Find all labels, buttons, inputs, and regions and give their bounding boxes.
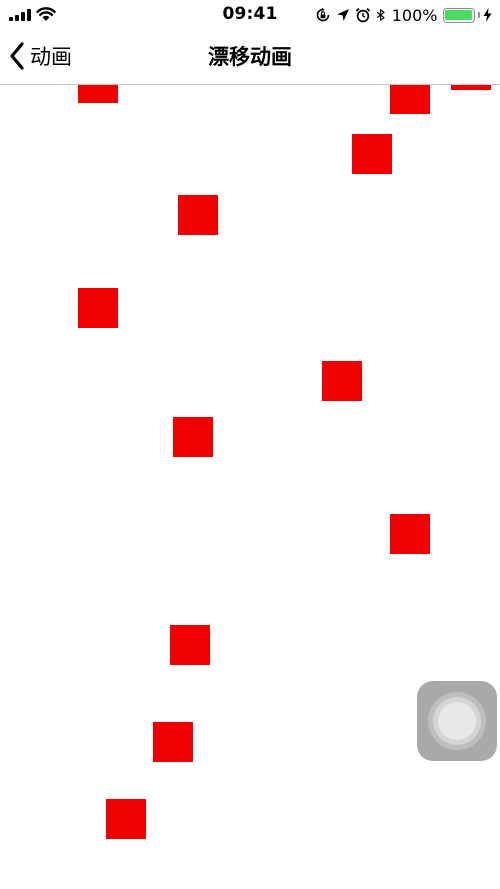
drift-square (451, 85, 491, 90)
drift-square (106, 799, 146, 839)
drift-square (173, 417, 213, 457)
navigation-bar: 动画 漂移动画 (0, 30, 500, 85)
drift-square (322, 361, 362, 401)
drift-square (178, 195, 218, 235)
drift-square (390, 85, 430, 114)
assistive-touch-button[interactable] (417, 681, 497, 761)
rotation-lock-icon (316, 7, 330, 22)
drift-square (170, 625, 210, 665)
drift-square (352, 134, 392, 174)
assistive-touch-icon (428, 692, 486, 750)
battery-cap (477, 12, 480, 18)
battery-percent: 100% (391, 5, 438, 25)
drift-square (153, 722, 193, 762)
drift-square (78, 288, 118, 328)
page-title: 漂移动画 (208, 45, 292, 69)
battery-icon (442, 7, 475, 23)
bluetooth-icon (376, 9, 385, 21)
location-icon (336, 9, 349, 21)
alarm-icon (355, 7, 370, 23)
status-right-group: 100% (315, 5, 492, 25)
battery-level-fill (445, 10, 472, 20)
animation-area (0, 85, 500, 889)
drift-square (78, 85, 118, 103)
charging-bolt-icon (483, 8, 492, 22)
status-bar: 09:41 100% (0, 0, 500, 30)
drift-square (390, 514, 430, 554)
